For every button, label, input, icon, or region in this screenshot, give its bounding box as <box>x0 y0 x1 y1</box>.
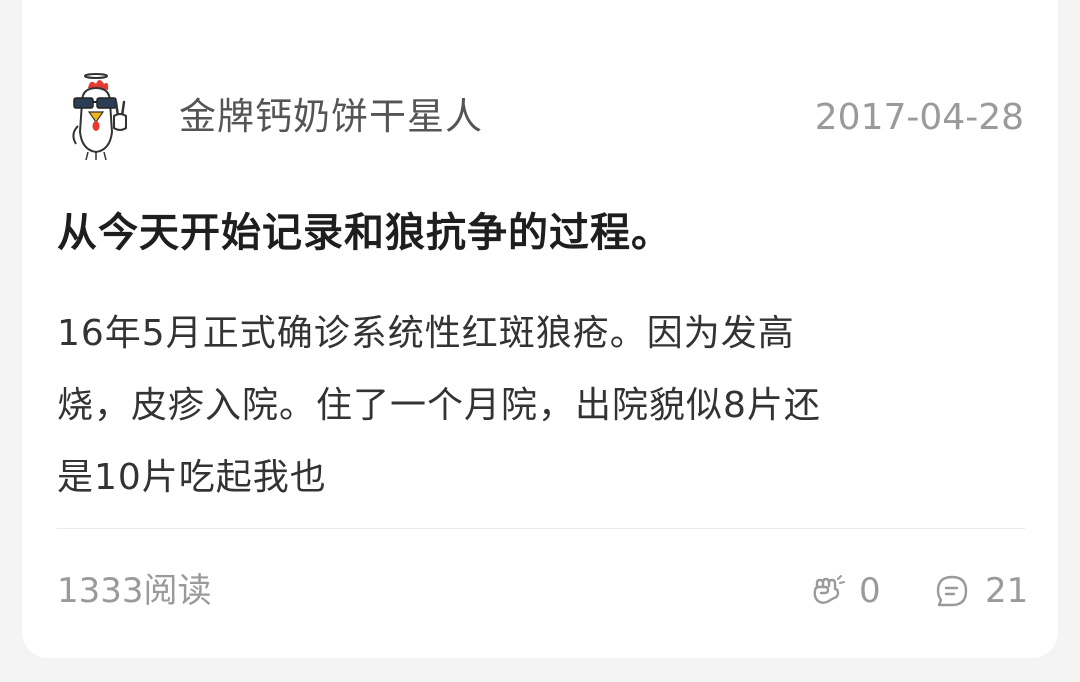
post-date: 2017-04-28 <box>814 97 1024 138</box>
divider <box>57 528 1025 529</box>
post-footer: 1333阅读 0 21 <box>57 563 1028 619</box>
post-header: 金牌钙奶饼干星人 2017-04-28 <box>66 72 1024 162</box>
author-name[interactable]: 金牌钙奶饼干星人 <box>179 92 483 142</box>
fist-icon <box>813 575 845 604</box>
post-card[interactable]: 金牌钙奶饼干星人 2017-04-28 从今天开始记录和狼抗争的过程。 16年5… <box>22 0 1058 658</box>
comment-bubble-icon <box>936 575 968 607</box>
comment-button[interactable]: 21 <box>933 567 1028 615</box>
rooster-avatar-icon <box>72 73 127 161</box>
post-body-line: 是10片吃起我也 <box>57 457 327 498</box>
post-body[interactable]: 16年5月正式确诊系统性红斑狼疮。因为发高 烧，皮疹入院。住了一个月院，出院貌似… <box>57 298 957 514</box>
post-body-line: 烧，皮疹入院。住了一个月院，出院貌似8片还 <box>57 385 821 426</box>
comment-count: 21 <box>985 571 1029 611</box>
like-button[interactable]: 0 <box>809 567 881 615</box>
post-title[interactable]: 从今天开始记录和狼抗争的过程。 <box>57 205 672 261</box>
read-count: 1333阅读 <box>57 571 212 611</box>
author-avatar[interactable] <box>66 72 136 161</box>
like-count: 0 <box>859 571 881 611</box>
post-body-line: 16年5月正式确诊系统性红斑狼疮。因为发高 <box>57 313 795 354</box>
